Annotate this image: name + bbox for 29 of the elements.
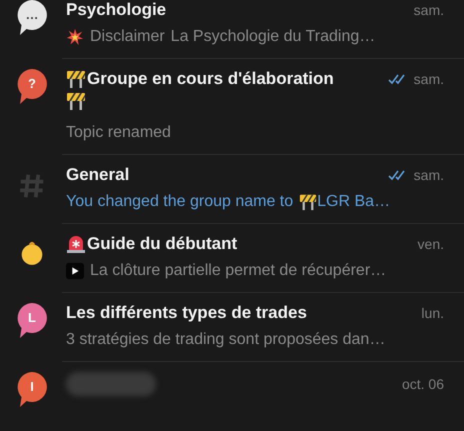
siren-icon <box>66 234 86 254</box>
topic-icon: … <box>17 0 47 36</box>
head-icon <box>19 240 45 266</box>
topic-icon: I <box>17 372 47 408</box>
topic-title: General <box>66 165 130 185</box>
topic-title: Psychologie <box>66 0 166 20</box>
topic-title: Groupe en cours d'élaboration <box>87 69 334 89</box>
topic-time: ven. <box>418 236 444 252</box>
topic-time: oct. 06 <box>402 376 444 392</box>
video-thumbnail-icon <box>66 262 84 280</box>
topic-time: lun. <box>421 305 444 321</box>
preview-text: La clôture partielle permet de récupérer… <box>90 262 386 280</box>
preview-text: LGR Ba… <box>317 193 390 211</box>
topic-time: sam. <box>414 2 444 18</box>
barrier-icon <box>299 193 318 211</box>
burst-icon <box>66 28 84 46</box>
topic-time: sam. <box>414 71 444 87</box>
preview-text: La Psychologie du Trading… <box>170 28 376 46</box>
barrier-icon <box>66 91 86 111</box>
barrier-icon <box>66 69 86 89</box>
topic-title: Les différents types de trades <box>66 303 307 323</box>
preview-text: Topic renamed <box>66 124 171 142</box>
topic-title: Guide du débutant <box>87 234 238 254</box>
preview-text: Disclaimer <box>90 28 165 46</box>
preview-text: You changed the group name to <box>66 193 294 211</box>
topic-icon: L <box>17 303 47 339</box>
topic-icon: ? <box>17 69 47 105</box>
topic-time: sam. <box>414 167 444 183</box>
preview-text: 3 stratégies de trading sont proposées dan… <box>66 331 386 349</box>
